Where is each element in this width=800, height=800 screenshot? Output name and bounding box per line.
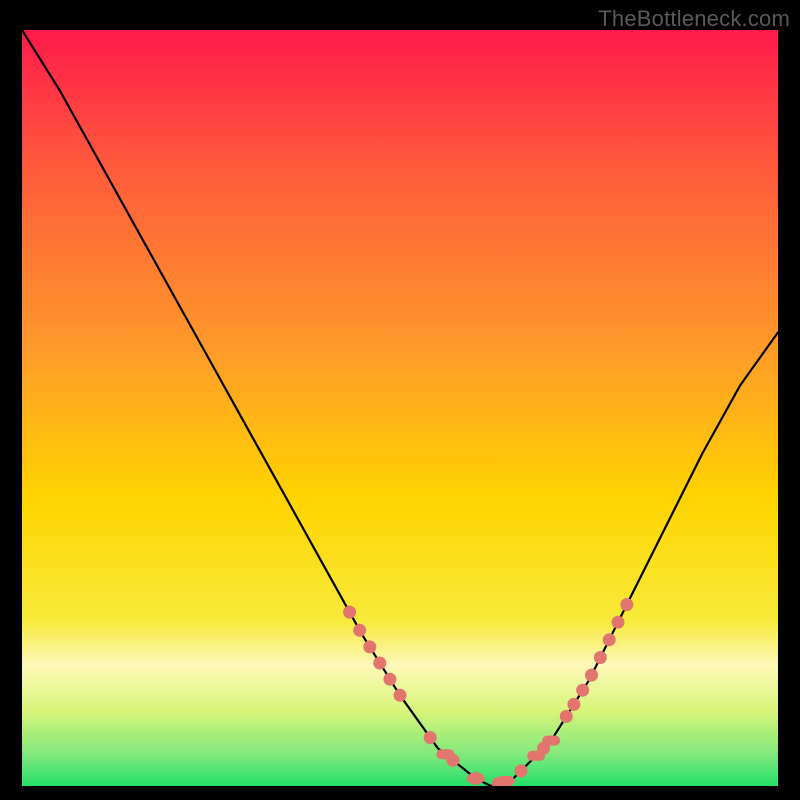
chart-plot — [22, 30, 778, 786]
chart-svg — [22, 30, 778, 786]
watermark-text: TheBottleneck.com — [598, 6, 790, 32]
chart-container: TheBottleneck.com — [0, 0, 800, 800]
